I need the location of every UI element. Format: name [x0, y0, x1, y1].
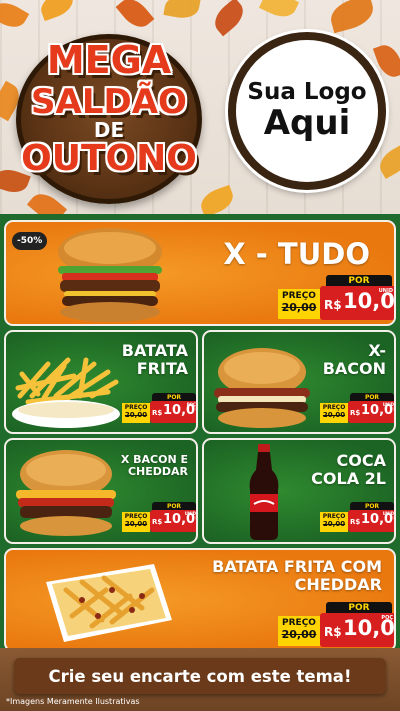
old-price-box: PREÇO 20,00 [122, 512, 150, 532]
product-card-batata-cheddar: BATATA FRITA COM CHEDDAR POR PREÇO 20,00… [4, 548, 396, 652]
product-title: X BACON E CHEDDAR [121, 453, 188, 479]
product-title-line1: BATATA FRITA COM [212, 557, 382, 576]
unit-label: POÇ [186, 402, 196, 407]
leaf-icon [37, 0, 77, 22]
currency-label: R$ [350, 518, 361, 526]
badge-line-2: SALDÃO [31, 82, 187, 122]
product-title: X- BACON [323, 342, 386, 378]
unit-label: UNID [184, 511, 196, 516]
logo-text-line1: Sua Logo [247, 79, 367, 106]
fries-icon [12, 357, 120, 428]
preco-label: PREÇO [282, 618, 316, 628]
old-price-box: PREÇO 20,00 [320, 403, 348, 423]
burger-icon [58, 228, 162, 322]
preco-label: PREÇO [124, 404, 148, 411]
leaf-icon [115, 0, 155, 34]
price-tag: POR PREÇO 20,00 R$ 10,00 UNID [278, 275, 394, 321]
currency-label: R$ [324, 625, 342, 639]
logo-text-line2: Aqui [263, 103, 351, 144]
price-tag: POR PREÇO 20,00 R$ 10,00 POÇ [278, 602, 394, 648]
old-price-value: 20,00 [281, 628, 317, 641]
product-title-line1: X- [368, 341, 386, 360]
old-price-box: PREÇO 20,00 [278, 616, 320, 646]
product-title-line2: COLA 2L [311, 468, 386, 488]
unit-label: UNID [378, 288, 393, 294]
old-price-box: PREÇO 20,00 [320, 512, 348, 532]
old-price-box: PREÇO 20,00 [278, 289, 320, 319]
product-title: BATATA FRITA COM CHEDDAR [212, 558, 382, 594]
currency-label: R$ [324, 298, 342, 312]
new-price-box: R$ 10,00 POÇ [150, 401, 196, 423]
cheese-fries-icon [46, 564, 172, 642]
currency-label: R$ [350, 409, 361, 417]
product-title-line2: CHEDDAR [294, 574, 382, 594]
new-price-box: R$ 10,00 UNID [150, 510, 196, 532]
old-price-value: 20,00 [124, 411, 148, 419]
badge-line-1: MEGA [46, 38, 172, 82]
unit-label: UNID [382, 402, 394, 407]
leaf-icon [163, 0, 201, 21]
preco-label: PREÇO [322, 404, 346, 411]
unit-label: POÇ [381, 615, 393, 621]
old-price-value: 20,00 [322, 520, 346, 528]
product-title: COCA COLA 2L [311, 452, 386, 488]
burger-icon [16, 450, 116, 536]
disclaimer-note: *Imagens Meramente Ilustrativas [6, 697, 140, 706]
product-card-coca-cola: COCA COLA 2L POR PREÇO 20,00 R$ 10,00 UN… [202, 438, 396, 544]
old-price-value: 20,00 [322, 411, 346, 419]
product-card-x-bacon-cheddar: X BACON E CHEDDAR POR PREÇO 20,00 R$ 10,… [4, 438, 198, 544]
unit-label: UNID [382, 511, 394, 516]
discount-badge: -50% [12, 232, 48, 250]
leaf-icon [374, 142, 400, 180]
leaf-icon [0, 0, 30, 34]
header-banner: MEGA SALDÃO DE OUTONO Sua Logo Aqui [0, 0, 400, 214]
preco-label: PREÇO [124, 513, 148, 520]
price-tag: POR PREÇO 20,00 R$ 10,00 UNID [122, 502, 196, 532]
cta-banner: Crie seu encarte com este tema! [14, 658, 386, 694]
badge-line-4: OUTONO [21, 138, 197, 179]
new-price-box: R$ 10,00 POÇ [320, 613, 394, 647]
leaf-icon [197, 184, 237, 214]
new-price-box: R$ 10,00 UNID [348, 401, 394, 423]
price-tag: POR PREÇO 20,00 R$ 10,00 UNID [320, 502, 394, 532]
preco-label: PREÇO [322, 513, 346, 520]
product-title-line1: BATATA [121, 341, 188, 360]
product-title-line2: BACON [322, 358, 386, 378]
product-card-x-bacon: X- BACON POR PREÇO 20,00 R$ 10,00 UNID [202, 330, 396, 434]
burger-icon [214, 348, 310, 428]
preco-label: PREÇO [282, 291, 316, 301]
product-title: BATATA FRITA [122, 342, 188, 378]
product-card-x-tudo: -50% X - TUDO POR PREÇO 20,00 R$ 10,00 U… [4, 220, 396, 326]
soda-bottle-icon [249, 444, 279, 540]
price-tag: POR PREÇO 20,00 R$ 10,00 UNID [320, 393, 394, 423]
old-price-value: 20,00 [281, 301, 317, 314]
price-tag: POR PREÇO 20,00 R$ 10,00 POÇ [122, 393, 196, 423]
logo-placeholder: Sua Logo Aqui [228, 32, 386, 190]
product-title-line2: CHEDDAR [127, 465, 188, 479]
currency-label: R$ [152, 409, 163, 417]
new-price-box: R$ 10,00 UNID [348, 510, 394, 532]
old-price-box: PREÇO 20,00 [122, 403, 150, 423]
product-title: X - TUDO [223, 237, 370, 271]
old-price-value: 20,00 [124, 520, 148, 528]
product-card-batata-frita: BATATA FRITA POR PREÇO 20,00 R$ 10,00 PO… [4, 330, 198, 434]
leaf-icon [258, 0, 300, 23]
new-price-box: R$ 10,00 UNID [320, 286, 394, 320]
product-title-line1: COCA [336, 451, 386, 470]
leaf-icon [327, 0, 377, 34]
currency-label: R$ [152, 518, 163, 526]
product-title-line2: FRITA [136, 358, 188, 378]
leaf-icon [208, 0, 250, 37]
